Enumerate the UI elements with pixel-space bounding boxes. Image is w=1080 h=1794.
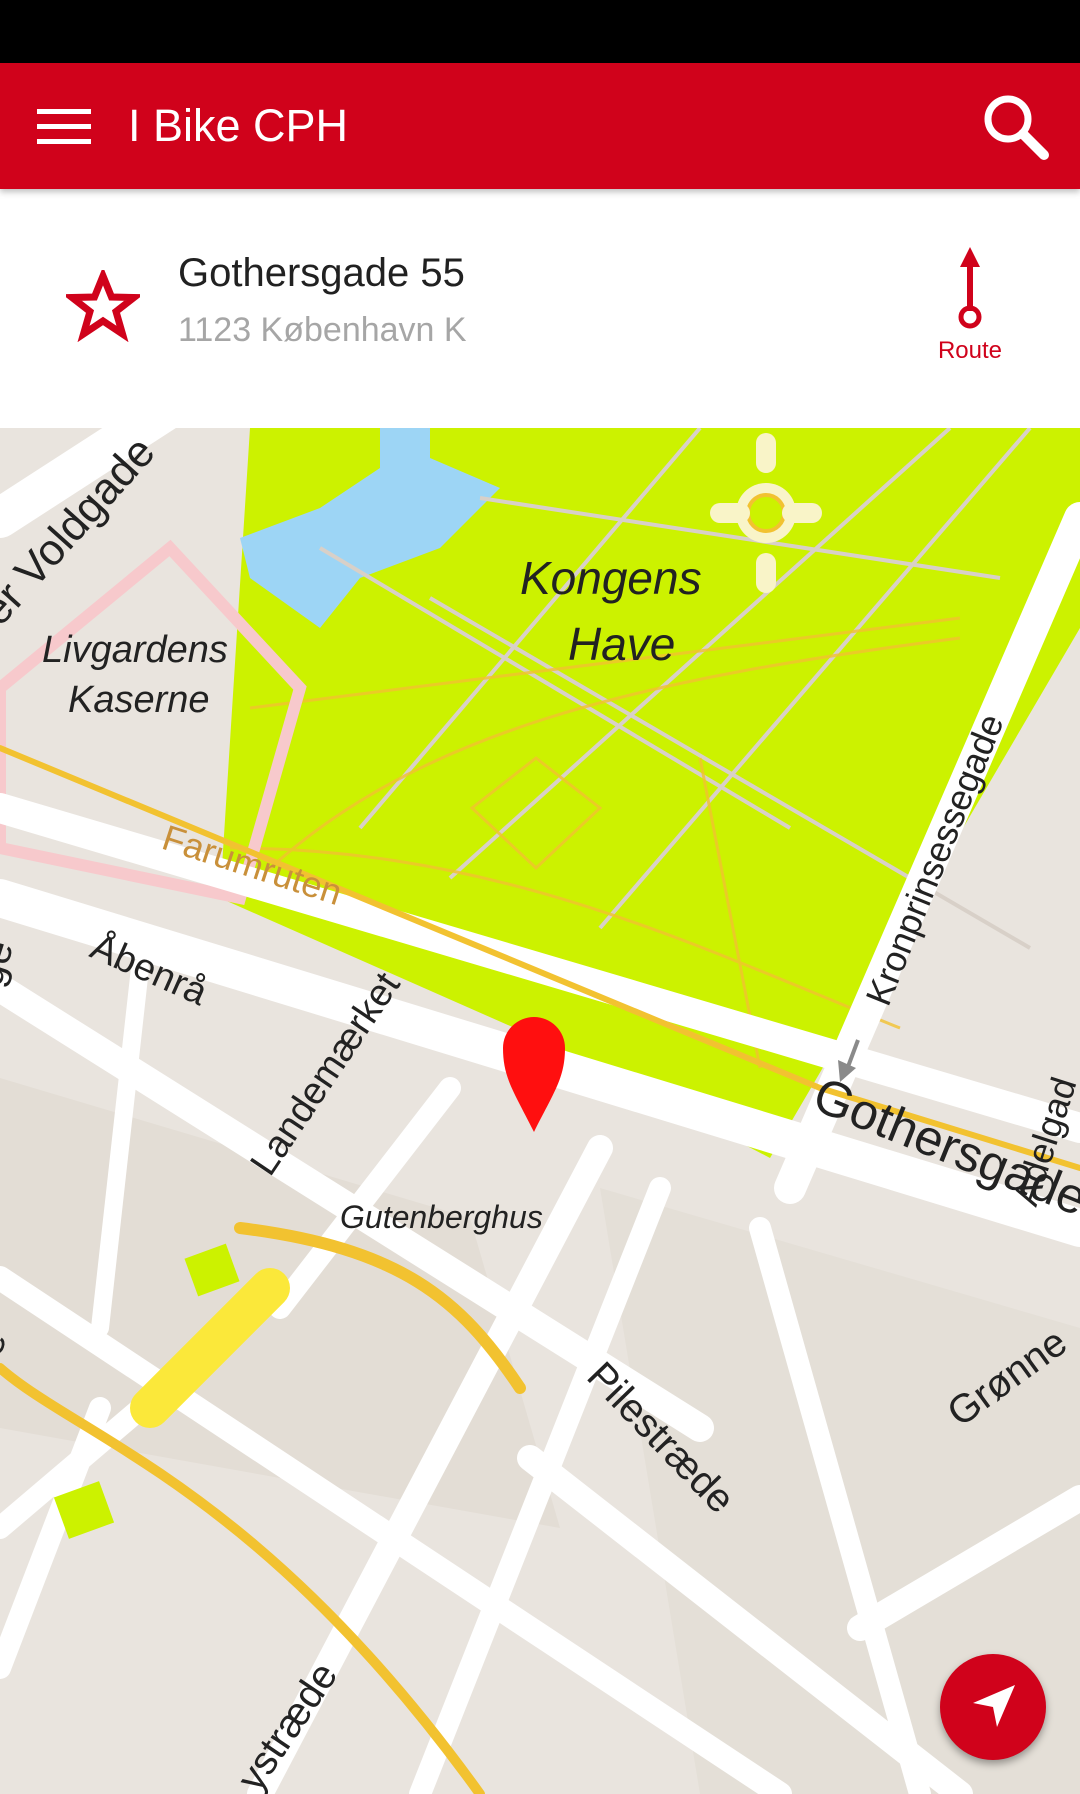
menu-button[interactable] — [24, 87, 104, 167]
navigation-arrow-icon — [973, 1685, 1015, 1727]
route-label: Route — [937, 337, 1003, 364]
address-card: Gothersgade 55 1123 København K Route — [0, 189, 1080, 428]
app-bar: I Bike CPH — [0, 63, 1080, 189]
address-postal-city: 1123 København K — [178, 311, 467, 349]
status-bar — [0, 0, 1080, 63]
favorite-button[interactable] — [58, 261, 148, 351]
park-label-2: Have — [568, 618, 675, 670]
route-arrow-icon — [958, 247, 982, 329]
search-icon — [984, 95, 1049, 160]
star-outline-icon — [66, 270, 140, 342]
search-button[interactable] — [970, 81, 1060, 171]
gutenberghus-label: Gutenberghus — [340, 1199, 543, 1235]
hamburger-menu-icon — [37, 109, 91, 144]
route-button[interactable]: Route — [910, 245, 1030, 375]
map-canvas: Kongens Have Livgardens Kaserne Gutenber… — [0, 428, 1080, 1794]
barracks-label-1: Livgardens — [42, 629, 228, 671]
map-view[interactable]: Kongens Have Livgardens Kaserne Gutenber… — [0, 428, 1080, 1794]
park-label-1: Kongens — [520, 552, 702, 604]
locate-me-button[interactable] — [940, 1654, 1046, 1760]
barracks-label-2: Kaserne — [68, 679, 210, 721]
app-title: I Bike CPH — [128, 100, 349, 151]
address-street: Gothersgade 55 — [178, 251, 465, 295]
